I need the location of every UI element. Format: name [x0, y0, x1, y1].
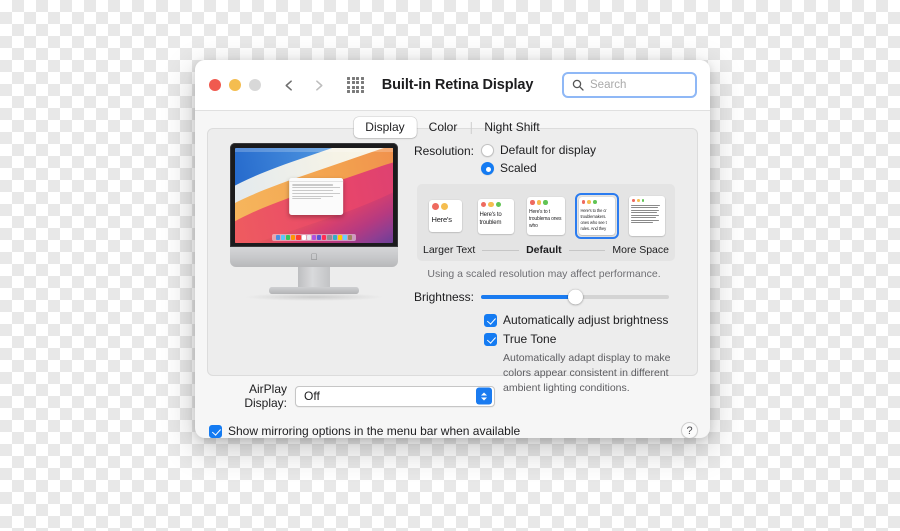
slider-fill — [481, 295, 575, 299]
mini-window-titlebar — [289, 179, 344, 183]
thumbnail-preview: Here's to t troublema ones who — [527, 197, 565, 235]
resolution-radio-group: Default for display Scaled — [481, 143, 596, 175]
thumbnail-text-lines — [629, 204, 665, 227]
checkbox-label: Automatically adjust brightness — [503, 313, 669, 327]
apple-logo-icon:  — [311, 252, 318, 262]
imac-chin:  — [230, 247, 398, 267]
tab-separator — [470, 121, 472, 134]
thumbnail-preview: Here's to the cr troublemakers. ones who… — [578, 197, 615, 235]
tab-display[interactable]: Display — [353, 117, 417, 138]
thumbnail-text: Here's to t troublema ones who — [529, 208, 562, 229]
navigation-buttons — [283, 79, 325, 92]
system-preferences-window: Built-in Retina Display Search Display C… — [195, 60, 710, 438]
radio-scaled[interactable]: Scaled — [481, 161, 596, 175]
tab-color[interactable]: Color — [417, 117, 470, 138]
window-footer: AirPlay Display: Off Show mirroring opti… — [195, 382, 710, 438]
window-titlebar: Built-in Retina Display Search — [195, 60, 710, 111]
resolution-option-larger-text[interactable]: Here's — [423, 193, 467, 239]
radio-default-indicator — [481, 143, 494, 157]
resolution-option-2[interactable]: Here's to troublem — [474, 193, 518, 239]
mini-menubar — [235, 148, 393, 152]
forward-icon[interactable] — [312, 79, 325, 92]
resolution-option-more-space[interactable] — [625, 193, 669, 239]
page-title: Built-in Retina Display — [381, 77, 534, 93]
airplay-row: AirPlay Display: Off — [195, 382, 710, 410]
checkbox-indicator — [209, 424, 222, 438]
checkbox-auto-brightness[interactable]: Automatically adjust brightness — [484, 313, 689, 327]
thumbnail-preview: Here's to troublem — [477, 198, 514, 234]
scale-connector-left — [482, 249, 520, 251]
brightness-row: Brightness: — [413, 289, 689, 305]
checkbox-show-mirroring[interactable]: Show mirroring options in the menu bar w… — [209, 424, 520, 438]
scale-connector-right — [568, 249, 606, 251]
help-button[interactable]: ? — [681, 422, 698, 438]
imac-shadow — [244, 293, 384, 301]
resolution-label: Resolution: — [413, 144, 474, 158]
airplay-dropdown[interactable]: Off — [295, 385, 495, 407]
search-icon — [572, 79, 584, 91]
imac-preview:  — [224, 143, 404, 303]
traffic-lights — [209, 79, 261, 91]
search-placeholder: Search — [590, 79, 627, 91]
slider-knob[interactable] — [567, 289, 583, 305]
checkbox-label: Show mirroring options in the menu bar w… — [228, 424, 521, 438]
tab-bar: Display Color Night Shift — [353, 117, 551, 138]
checkbox-indicator — [484, 313, 497, 327]
checkbox-true-tone[interactable]: True Tone — [484, 332, 689, 346]
brightness-slider[interactable] — [481, 289, 669, 305]
mirroring-row: Show mirroring options in the menu bar w… — [195, 422, 710, 438]
scale-axis-labels: Larger Text Default More Space — [423, 244, 669, 256]
thumbnail-text: Here's to troublem — [479, 212, 502, 227]
radio-default-label: Default for display — [500, 143, 597, 157]
radio-scaled-label: Scaled — [500, 161, 537, 175]
thumbnail-text: Here's to the cr troublemakers. ones who… — [580, 207, 607, 232]
airplay-value: Off — [304, 389, 320, 403]
mini-document-window — [289, 178, 344, 216]
resolution-thumbnails: Here's Here's to troublem Here's to t tr… — [423, 191, 669, 239]
minimize-button[interactable] — [229, 79, 241, 91]
back-icon[interactable] — [283, 79, 296, 92]
show-all-icon[interactable] — [347, 76, 364, 94]
scaled-resolution-options: Here's Here's to troublem Here's to t tr… — [417, 184, 675, 261]
scale-label-right: More Space — [612, 244, 669, 256]
tab-night-shift[interactable]: Night Shift — [472, 117, 551, 138]
imac-stand-neck — [298, 267, 330, 289]
scale-label-middle: Default — [526, 244, 562, 256]
brightness-label: Brightness: — [413, 290, 474, 304]
thumbnail-text: Here's — [431, 215, 452, 224]
display-settings-panel:  Resolution: Default for display Scaled — [207, 128, 698, 394]
radio-scaled-indicator — [481, 161, 494, 175]
thumbnail-preview: Here's — [428, 200, 462, 232]
scale-label-left: Larger Text — [423, 244, 476, 256]
imac-screen — [230, 143, 398, 247]
airplay-label: AirPlay Display: — [244, 382, 287, 410]
radio-default-for-display[interactable]: Default for display — [481, 143, 596, 157]
display-controls: Resolution: Default for display Scaled H… — [413, 143, 689, 397]
search-field[interactable]: Search — [562, 72, 697, 98]
resolution-option-default[interactable]: Here's to the cr troublemakers. ones who… — [574, 193, 619, 239]
mini-dock — [272, 234, 356, 241]
zoom-button — [249, 79, 261, 91]
desktop-wallpaper — [235, 148, 393, 243]
resolution-row: Resolution: Default for display Scaled — [413, 143, 689, 175]
checkbox-label: True Tone — [503, 332, 557, 346]
thumbnail-preview — [629, 196, 665, 236]
close-button[interactable] — [209, 79, 221, 91]
checkbox-indicator — [484, 332, 497, 346]
dropdown-stepper-icon[interactable] — [476, 387, 492, 405]
scaled-resolution-note: Using a scaled resolution may affect per… — [427, 268, 661, 280]
resolution-option-3[interactable]: Here's to t troublema ones who — [524, 193, 568, 239]
